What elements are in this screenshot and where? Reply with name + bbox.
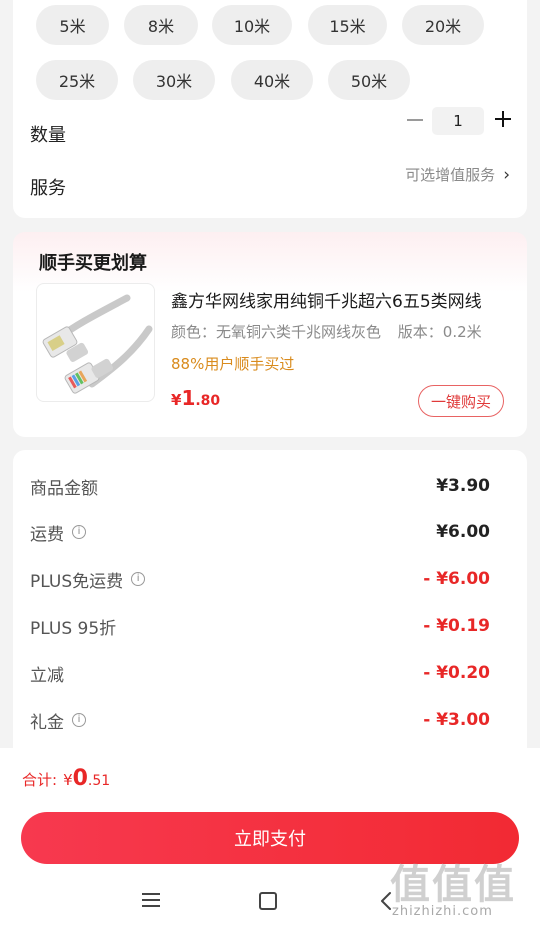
chevron-right-icon: › [503, 164, 510, 185]
length-option-20m[interactable]: 20米 [402, 5, 484, 45]
total-decimal: .51 [87, 773, 111, 789]
summary-value: - ¥0.20 [423, 663, 490, 683]
bundle-product-title[interactable]: 鑫方华网线家用纯铜千兆超六6五5类网线 [171, 287, 506, 312]
ethernet-cable-image [42, 294, 153, 394]
summary-label: 立减 [30, 665, 64, 686]
social-proof-text: 88%用户顺手买过 [171, 355, 295, 373]
bundle-title: 顺手买更划算 [39, 253, 147, 274]
summary-label: 运费 [30, 524, 64, 545]
summary-row-plus-free-shipping: PLUS免运费 i - ¥6.00 [30, 564, 490, 594]
length-option-40m[interactable]: 40米 [231, 60, 313, 100]
info-icon[interactable]: i [72, 525, 86, 539]
product-thumbnail[interactable] [36, 283, 155, 402]
order-total: 合计: ¥0.51 [22, 766, 110, 791]
summary-label: 礼金 [30, 712, 64, 733]
one-click-buy-button[interactable]: 一键购买 [418, 385, 504, 417]
summary-label: PLUS免运费 [30, 571, 124, 592]
summary-label: PLUS 95折 [30, 618, 117, 639]
quantity-input[interactable]: 1 [432, 107, 484, 135]
home-icon[interactable] [259, 892, 277, 910]
menu-icon[interactable] [142, 892, 160, 908]
length-option-10m[interactable]: 10米 [212, 5, 292, 45]
summary-row-gift-money: 礼金 i - ¥3.00 [30, 705, 490, 735]
price-summary-card: 商品金额 ¥3.90 运费 i ¥6.00 PLUS免运费 i - ¥6.00 PL… [13, 450, 527, 760]
summary-row-plus-discount: PLUS 95折 - ¥0.19 [30, 611, 490, 641]
length-option-25m[interactable]: 25米 [36, 60, 118, 100]
quantity-decrease-button[interactable] [407, 119, 423, 121]
length-option-30m[interactable]: 30米 [133, 60, 215, 100]
info-icon[interactable]: i [72, 713, 86, 727]
length-option-15m[interactable]: 15米 [308, 5, 387, 45]
checkout-bar: 合计: ¥0.51 立即支付 值值值 zhizhizhi.com [0, 748, 540, 932]
info-icon[interactable]: i [131, 572, 146, 586]
summary-value: - ¥0.19 [423, 616, 490, 636]
summary-value: - ¥6.00 [423, 569, 490, 589]
summary-row-instant-reduction: 立减 - ¥0.20 [30, 658, 490, 688]
service-label: 服务 [30, 178, 66, 199]
bundle-product-price: ¥1.80 [171, 386, 220, 410]
total-integer: 0 [72, 766, 88, 791]
quantity-increase-button[interactable] [493, 108, 513, 130]
price-integer: 1 [181, 386, 196, 410]
quantity-label: 数量 [30, 125, 66, 146]
product-color-spec: 颜色：无氧铜六类千兆网线灰色 [171, 323, 382, 341]
length-option-8m[interactable]: 8米 [124, 5, 198, 45]
value-added-service-link[interactable]: 可选增值服务 › [405, 164, 510, 185]
product-version-spec: 版本：0.2米 [397, 323, 482, 341]
summary-value: ¥6.00 [436, 522, 490, 542]
total-label: 合计: [22, 771, 58, 789]
summary-row-shipping: 运费 i ¥6.00 [30, 517, 490, 547]
length-option-5m[interactable]: 5米 [36, 5, 109, 45]
bundle-product-spec: 颜色：无氧铜六类千兆网线灰色 版本：0.2米 [171, 321, 494, 342]
service-link-text: 可选增值服务 [405, 166, 496, 184]
price-currency: ¥ [171, 391, 182, 409]
total-currency: ¥ [63, 771, 73, 789]
summary-row-goods-amount: 商品金额 ¥3.90 [30, 471, 490, 501]
watermark-logo: 值值值 [390, 861, 516, 908]
watermark: 值值值 zhizhizhi.com [390, 852, 540, 932]
price-decimal: .80 [195, 393, 221, 409]
length-option-50m[interactable]: 50米 [328, 60, 410, 100]
summary-label: 商品金额 [30, 478, 98, 499]
watermark-url: zhizhizhi.com [392, 904, 493, 919]
summary-value: - ¥3.00 [423, 710, 490, 730]
summary-value: ¥3.90 [436, 476, 490, 496]
spec-card: 5米 8米 10米 15米 20米 25米 30米 40米 50米 数量 1 服… [13, 0, 527, 218]
bundle-card: 顺手买更划算 鑫方华网线家用纯铜千兆超六6五5类网线 颜色：无氧铜六类千兆网线灰… [13, 232, 527, 437]
